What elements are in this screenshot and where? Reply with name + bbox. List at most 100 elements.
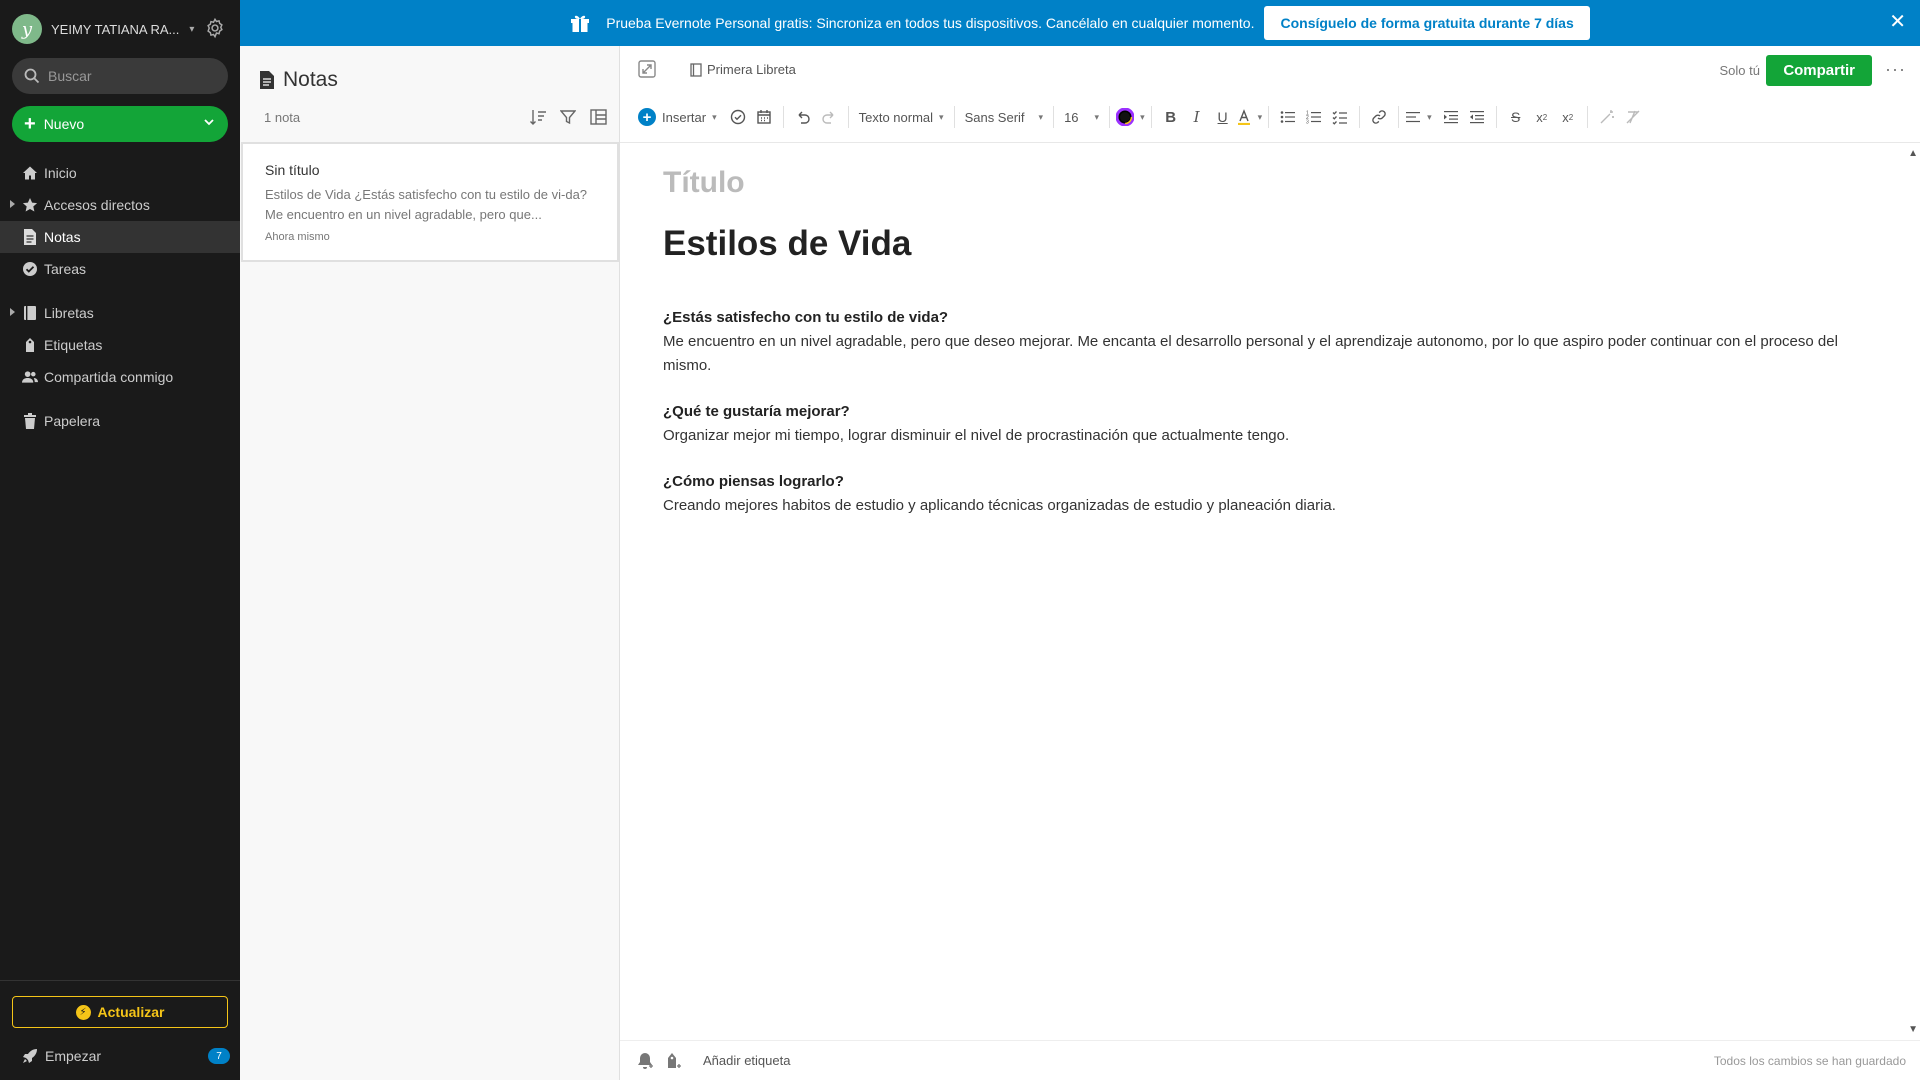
- note-icon: [22, 229, 38, 245]
- subscript-icon[interactable]: x2: [1555, 104, 1581, 130]
- checklist-icon[interactable]: [1327, 104, 1353, 130]
- numbered-list-icon[interactable]: 123: [1301, 104, 1327, 130]
- formatting-toolbar: + Insertar ▾ Texto normal ▾ Sans Serif ▾…: [638, 104, 1646, 130]
- notebook-icon: [690, 62, 702, 77]
- divider: [1268, 106, 1270, 128]
- note-icon: [260, 71, 274, 89]
- new-note-button[interactable]: + Nuevo: [12, 106, 228, 142]
- sidebar-item-trash[interactable]: Papelera: [0, 405, 240, 437]
- expand-caret-icon[interactable]: [10, 200, 15, 208]
- calendar-icon[interactable]: [751, 104, 777, 130]
- note-list-tools: [529, 108, 607, 126]
- sidebar-item-label: Libretas: [44, 305, 94, 321]
- sidebar-item-shared-with-me[interactable]: Compartida conmigo: [0, 361, 240, 393]
- underline-icon[interactable]: U: [1210, 104, 1236, 130]
- page-title: Notas: [283, 68, 338, 91]
- undo-icon[interactable]: [790, 104, 816, 130]
- view-options-icon[interactable]: [589, 108, 607, 126]
- bullet-list-icon[interactable]: [1275, 104, 1301, 130]
- list-item[interactable]: Sin título Estilos de Vida ¿Estás satisf…: [241, 142, 619, 262]
- redo-icon[interactable]: [816, 104, 842, 130]
- text-style-dropdown[interactable]: Texto normal ▾: [855, 104, 948, 130]
- new-note-label: Nuevo: [43, 116, 85, 132]
- upgrade-button[interactable]: ⚡ Actualizar: [12, 996, 228, 1028]
- link-icon[interactable]: [1366, 104, 1392, 130]
- magic-wand-icon[interactable]: [1594, 104, 1620, 130]
- divider: [847, 106, 849, 128]
- font-family-value: Sans Serif: [964, 109, 1025, 125]
- clear-formatting-icon[interactable]: [1620, 104, 1646, 130]
- notification-badge: 7: [208, 1048, 230, 1064]
- superscript-icon[interactable]: x2: [1529, 104, 1555, 130]
- notebook-name: Primera Libreta: [707, 62, 796, 77]
- scroll-down-arrow-icon[interactable]: ▼: [1908, 1024, 1918, 1035]
- indent-icon[interactable]: [1438, 104, 1464, 130]
- italic-icon[interactable]: I: [1184, 104, 1210, 130]
- insert-button[interactable]: + Insertar ▾: [638, 104, 717, 130]
- sidebar-item-get-started[interactable]: Empezar 7: [0, 1040, 240, 1072]
- editor-footer: Añadir etiqueta Todos los cambios se han…: [620, 1040, 1920, 1080]
- chevron-down-icon: ▾: [1094, 111, 1100, 122]
- lightning-icon: ⚡: [75, 1004, 91, 1020]
- people-icon: [22, 369, 38, 385]
- filter-icon[interactable]: [559, 108, 577, 126]
- search-input-container[interactable]: [12, 58, 228, 94]
- sidebar-item-notes[interactable]: Notas: [0, 221, 240, 253]
- scroll-up-arrow-icon[interactable]: ▲: [1908, 148, 1918, 159]
- search-input[interactable]: [48, 68, 208, 84]
- account-menu[interactable]: y YEIMY TATIANA RA... ▾: [12, 14, 232, 44]
- share-button[interactable]: Compartir: [1766, 55, 1872, 86]
- sidebar-item-home[interactable]: Inicio: [0, 157, 240, 189]
- sidebar-item-notebooks[interactable]: Libretas: [0, 297, 240, 329]
- sidebar-item-label: Notas: [44, 229, 81, 245]
- visibility-label[interactable]: Solo tú: [1720, 63, 1760, 78]
- sidebar-item-tasks[interactable]: Tareas: [0, 253, 240, 285]
- task-icon[interactable]: [725, 104, 751, 130]
- divider: [1150, 106, 1152, 128]
- save-status: Todos los cambios se han guardado: [1713, 1054, 1906, 1068]
- account-name: YEIMY TATIANA RA...: [51, 21, 180, 37]
- expand-icon[interactable]: [638, 60, 656, 81]
- promo-banner: Prueba Evernote Personal gratis: Sincron…: [240, 0, 1920, 46]
- check-circle-icon: [22, 261, 38, 277]
- rocket-icon: [22, 1048, 38, 1067]
- add-tag-icon[interactable]: [664, 1052, 682, 1073]
- sidebar-item-label: Papelera: [44, 413, 101, 429]
- sidebar-item-shortcuts[interactable]: Accesos directos: [0, 189, 240, 221]
- note-title-input[interactable]: Título: [663, 166, 1863, 216]
- chevron-down-icon: ▾: [1140, 111, 1145, 122]
- sidebar-item-tags[interactable]: Etiquetas: [0, 329, 240, 361]
- note-body[interactable]: Título Estilos de Vida ¿Estás satisfecho…: [663, 166, 1863, 518]
- font-family-dropdown[interactable]: Sans Serif ▾: [961, 104, 1048, 130]
- chevron-down-icon: ▾: [189, 23, 195, 35]
- more-options-icon[interactable]: ···: [1885, 59, 1906, 80]
- svg-text:3: 3: [1306, 120, 1309, 126]
- close-icon[interactable]: ✕: [1889, 12, 1906, 32]
- divider: [1359, 106, 1361, 128]
- bold-icon[interactable]: B: [1158, 104, 1184, 130]
- answer-text: Me encuentro en un nivel agradable, pero…: [663, 333, 1838, 374]
- sidebar-item-label: Tareas: [44, 261, 87, 277]
- notebook-selector[interactable]: Primera Libreta: [690, 62, 796, 77]
- gear-icon[interactable]: [204, 17, 226, 39]
- chevron-down-icon[interactable]: [202, 115, 216, 132]
- star-icon: [22, 197, 38, 213]
- sort-icon[interactable]: [529, 108, 547, 126]
- sidebar-item-label: Etiquetas: [44, 337, 103, 353]
- free-trial-button[interactable]: Consíguelo de forma gratuita durante 7 d…: [1264, 6, 1590, 40]
- chevron-down-icon: ▾: [1257, 111, 1263, 122]
- reminder-bell-icon[interactable]: [636, 1052, 654, 1073]
- font-size-dropdown[interactable]: 16 ▾: [1060, 104, 1103, 130]
- strikethrough-icon[interactable]: S: [1503, 104, 1529, 130]
- font-size-value: 16: [1064, 109, 1079, 125]
- divider: [1053, 106, 1055, 128]
- highlight-icon[interactable]: ▾: [1236, 104, 1263, 130]
- question-text: ¿Estás satisfecho con tu estilo de vida?: [663, 309, 949, 326]
- answer-text: Creando mejores habitos de estudio y apl…: [663, 497, 1336, 514]
- expand-caret-icon[interactable]: [10, 308, 15, 316]
- outdent-icon[interactable]: [1464, 104, 1490, 130]
- add-tag-button[interactable]: Añadir etiqueta: [703, 1053, 790, 1068]
- text-color-button[interactable]: ▾: [1116, 104, 1145, 130]
- align-icon[interactable]: ▾: [1405, 104, 1432, 130]
- note-heading: Estilos de Vida: [663, 224, 912, 263]
